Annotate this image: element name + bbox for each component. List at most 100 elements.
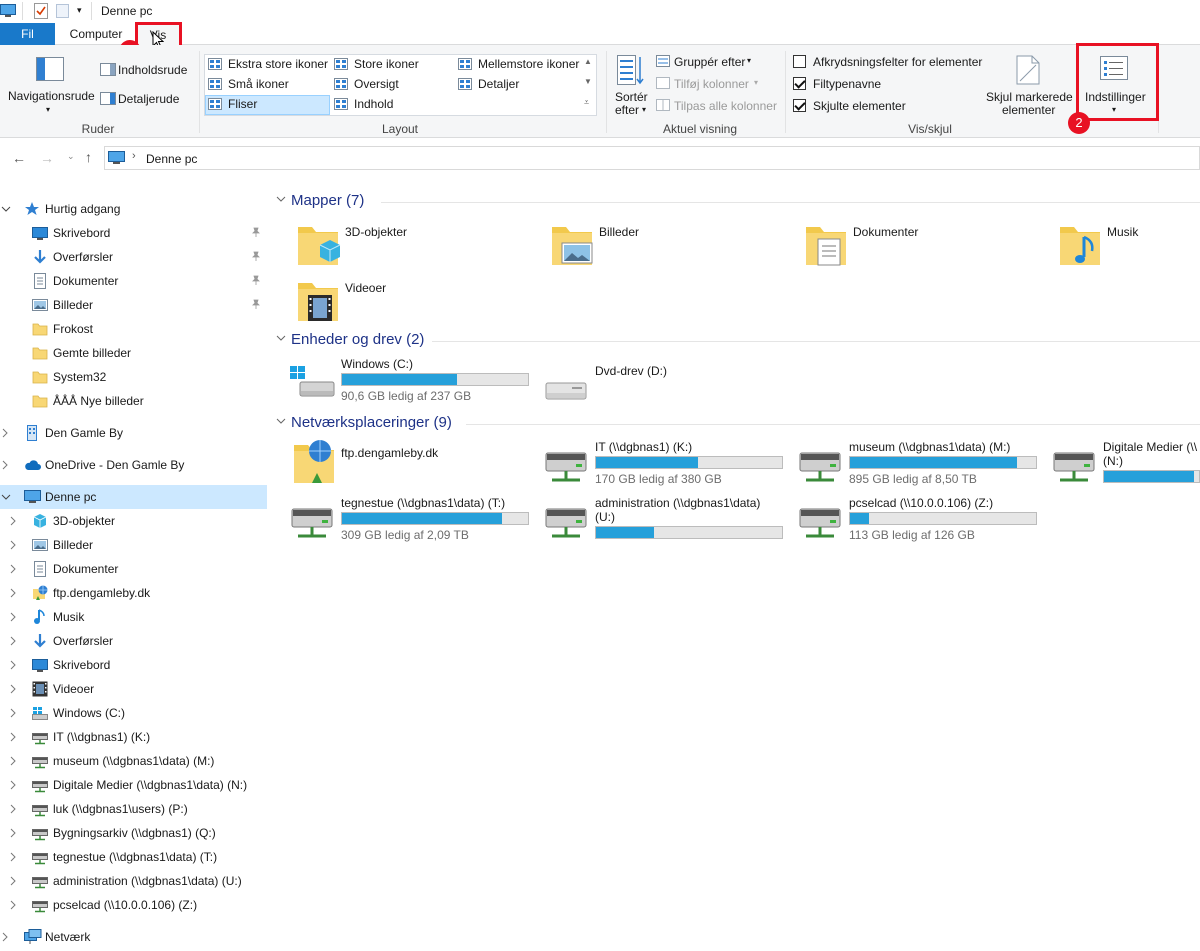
folder-tile[interactable]: 3D-objekter	[294, 219, 524, 271]
folder-tile[interactable]: Dokumenter	[802, 219, 1032, 271]
expand-chevron-icon[interactable]	[8, 587, 18, 599]
gallery-up-icon[interactable]: ▲	[584, 57, 592, 66]
expand-chevron-icon[interactable]	[8, 803, 18, 815]
forward-arrow-icon[interactable]: →	[40, 150, 54, 166]
section-folders[interactable]: Mapper (7)	[276, 188, 1200, 212]
expand-chevron-icon[interactable]	[8, 515, 18, 527]
sidebar-item-onedrive[interactable]: OneDrive - Den Gamle By	[0, 453, 267, 477]
expand-chevron-icon[interactable]	[8, 707, 18, 719]
network-drive-tile[interactable]: pcselcad (\\10.0.0.106) (Z:) 113 GB ledig…	[796, 495, 1046, 547]
sidebar-item[interactable]: ÅÅÅ Nye billeder	[0, 389, 267, 413]
folder-tile[interactable]: Videoer	[294, 275, 524, 327]
network-drive-tile[interactable]: tegnestue (\\dgbnas1\data) (T:) 309 GB le…	[288, 495, 538, 547]
properties-icon[interactable]	[34, 3, 48, 19]
sidebar-item[interactable]: 3D-objekter	[0, 509, 267, 533]
expand-chevron-icon[interactable]	[8, 635, 18, 647]
breadcrumb[interactable]: Denne pc	[146, 152, 197, 166]
gallery-down-icon[interactable]: ▼	[584, 77, 592, 86]
sidebar-item[interactable]: Dokumenter	[0, 269, 267, 293]
network-drive-tile[interactable]: IT (\\dgbnas1) (K:) 170 GB ledig af 380 G…	[542, 439, 792, 491]
expand-chevron-icon[interactable]	[0, 427, 10, 439]
sidebar-item[interactable]: Digitale Medier (\\dgbnas1\data) (N:)	[0, 773, 267, 797]
gallery-more-icon[interactable]: ⩡	[584, 97, 589, 108]
folder-tile[interactable]: Billeder	[548, 219, 778, 271]
sidebar-item[interactable]: ftp.dengamleby.dk	[0, 581, 267, 605]
collapse-chevron-icon[interactable]	[276, 333, 286, 343]
expand-chevron-icon[interactable]	[8, 779, 18, 791]
customize-toolbar-icon[interactable]: ▾	[77, 5, 82, 16]
sidebar-item[interactable]: System32	[0, 365, 267, 389]
expand-chevron-icon[interactable]	[8, 755, 18, 767]
layout-option[interactable]: Mellemstore ikoner	[478, 57, 579, 71]
sidebar-item[interactable]: Billeder	[0, 533, 267, 557]
add-columns-button[interactable]: Tilføj kolonner	[674, 77, 749, 91]
expanded-chevron-icon[interactable]	[0, 203, 11, 215]
sidebar-item[interactable]: administration (\\dgbnas1\data) (U:)	[0, 869, 267, 893]
layout-option[interactable]: Detaljer	[478, 77, 519, 91]
sidebar-item[interactable]: Gemte billeder	[0, 341, 267, 365]
expanded-chevron-icon[interactable]	[0, 491, 11, 503]
layout-option[interactable]: Ekstra store ikoner	[228, 57, 328, 71]
network-drive-tile[interactable]: Digitale Medier (\\ (N:)	[1050, 439, 1200, 491]
expand-chevron-icon[interactable]	[8, 875, 18, 887]
layout-option[interactable]: Indhold	[354, 97, 393, 111]
hidden-items-checkbox[interactable]	[793, 99, 806, 112]
details-pane-button[interactable]: Detaljerude	[118, 92, 179, 106]
section-network[interactable]: Netværksplaceringer (9)	[276, 410, 1200, 434]
sidebar-item[interactable]: Skrivebord	[0, 221, 267, 245]
sidebar-item[interactable]: Overførsler	[0, 629, 267, 653]
expand-chevron-icon[interactable]	[8, 731, 18, 743]
file-extensions-checkbox[interactable]	[793, 77, 806, 90]
drive-tile[interactable]: Windows (C:) 90,6 GB ledig af 237 GB	[288, 356, 538, 408]
expand-chevron-icon[interactable]	[8, 899, 18, 911]
sidebar-item[interactable]: Skrivebord	[0, 653, 267, 677]
expand-chevron-icon[interactable]	[8, 539, 18, 551]
network-drive-tile[interactable]: administration (\\dgbnas1\data) (U:)	[542, 495, 792, 547]
sidebar-item[interactable]: Bygningsarkiv (\\dgbnas1) (Q:)	[0, 821, 267, 845]
sidebar-item[interactable]: pcselcad (\\10.0.0.106) (Z:)	[0, 893, 267, 917]
back-arrow-icon[interactable]: ←	[12, 150, 26, 166]
expand-chevron-icon[interactable]	[8, 683, 18, 695]
group-by-button[interactable]: Gruppér efter	[674, 55, 745, 69]
navigation-pane-button[interactable]: Navigationsrude ▾	[8, 53, 95, 119]
up-arrow-icon[interactable]: ↑	[85, 149, 92, 165]
sidebar-item[interactable]: Videoer	[0, 677, 267, 701]
expand-chevron-icon[interactable]	[8, 563, 18, 575]
expand-chevron-icon[interactable]	[8, 659, 18, 671]
sidebar-item[interactable]: tegnestue (\\dgbnas1\data) (T:)	[0, 845, 267, 869]
sidebar-item[interactable]: Overførsler	[0, 245, 267, 269]
size-columns-button[interactable]: Tilpas alle kolonner	[674, 99, 777, 113]
layout-option[interactable]: Små ikoner	[228, 77, 289, 91]
preview-pane-button[interactable]: Indholdsrude	[118, 63, 187, 77]
folder-tile[interactable]: Musik	[1056, 219, 1200, 271]
sort-by-button[interactable]: Sortér efter ▾	[612, 53, 648, 119]
collapse-chevron-icon[interactable]	[276, 194, 286, 204]
sidebar-item[interactable]: Billeder	[0, 293, 267, 317]
expand-chevron-icon[interactable]	[8, 611, 18, 623]
address-field[interactable]: › Denne pc	[104, 146, 1200, 170]
recent-locations-icon[interactable]: ⌄	[67, 151, 75, 162]
collapse-chevron-icon[interactable]	[276, 416, 286, 426]
sidebar-item[interactable]: Frokost	[0, 317, 267, 341]
layout-option[interactable]: Store ikoner	[354, 57, 419, 71]
sidebar-item-denne-pc[interactable]: Denne pc	[0, 485, 267, 509]
item-checkboxes-checkbox[interactable]	[793, 55, 806, 68]
sidebar-item[interactable]: Windows (C:)	[0, 701, 267, 725]
new-folder-icon[interactable]	[56, 4, 69, 18]
sidebar-item[interactable]: Dokumenter	[0, 557, 267, 581]
breadcrumb-chevron-icon[interactable]: ›	[132, 150, 136, 162]
hide-selected-button[interactable]: Skjul markerede elementer	[984, 53, 1073, 119]
sidebar-item[interactable]: luk (\\dgbnas1\users) (P:)	[0, 797, 267, 821]
expand-chevron-icon[interactable]	[0, 459, 10, 471]
section-drives[interactable]: Enheder og drev (2)	[276, 327, 1200, 351]
network-location-tile[interactable]: ftp.dengamleby.dk	[290, 437, 510, 489]
sidebar-item[interactable]: museum (\\dgbnas1\data) (M:)	[0, 749, 267, 773]
tab-fil[interactable]: Fil	[0, 23, 55, 45]
layout-option[interactable]: Oversigt	[354, 77, 399, 91]
expand-chevron-icon[interactable]	[0, 931, 10, 943]
drive-tile[interactable]: Dvd-drev (D:)	[542, 361, 742, 413]
sidebar-item[interactable]: IT (\\dgbnas1) (K:)	[0, 725, 267, 749]
expand-chevron-icon[interactable]	[8, 851, 18, 863]
layout-option[interactable]: Fliser	[228, 97, 257, 111]
network-drive-tile[interactable]: museum (\\dgbnas1\data) (M:) 895 GB ledig…	[796, 439, 1046, 491]
